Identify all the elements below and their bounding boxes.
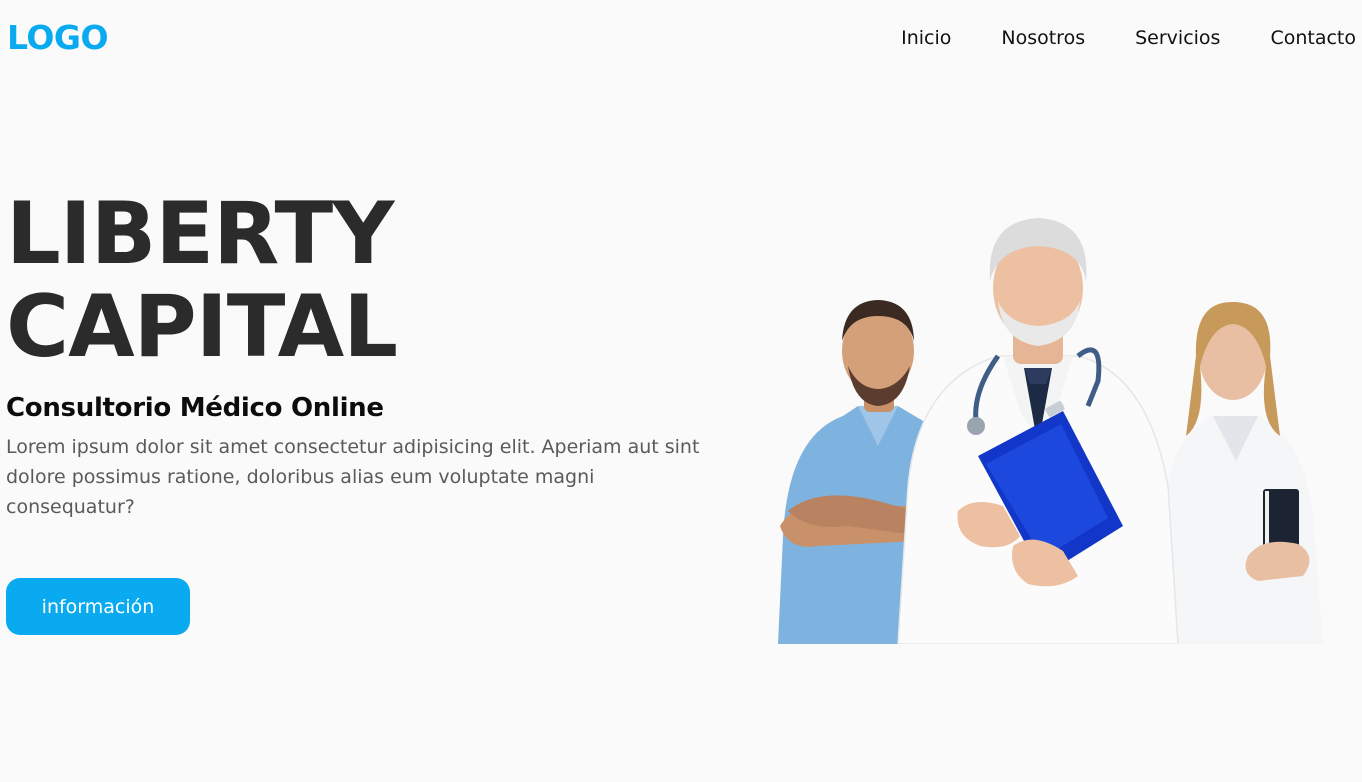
hero-description: Lorem ipsum dolor sit amet consectetur a… [6, 436, 700, 518]
logo[interactable]: LOGO [7, 19, 109, 57]
site-header: LOGO Inicio Nosotros Servicios Contacto [0, 0, 1362, 76]
hero-title-line2: CAPITAL [6, 277, 398, 377]
doctor-center [897, 218, 1179, 644]
hero-subtitle: Consultorio Médico Online [6, 393, 384, 423]
nav-link-nosotros[interactable]: Nosotros [1001, 26, 1085, 50]
doctor-right [1153, 301, 1323, 644]
nav-link-inicio[interactable]: Inicio [901, 26, 951, 50]
nav-link-servicios[interactable]: Servicios [1135, 26, 1220, 50]
hero-title-line1: LIBERTY [6, 184, 394, 284]
info-button[interactable]: información [6, 578, 190, 635]
main-nav: Inicio Nosotros Servicios Contacto [901, 26, 1356, 50]
doctors-team-photo [778, 218, 1323, 644]
nav-link-contacto[interactable]: Contacto [1270, 26, 1356, 50]
hero-title: LIBERTY CAPITAL [6, 184, 398, 377]
